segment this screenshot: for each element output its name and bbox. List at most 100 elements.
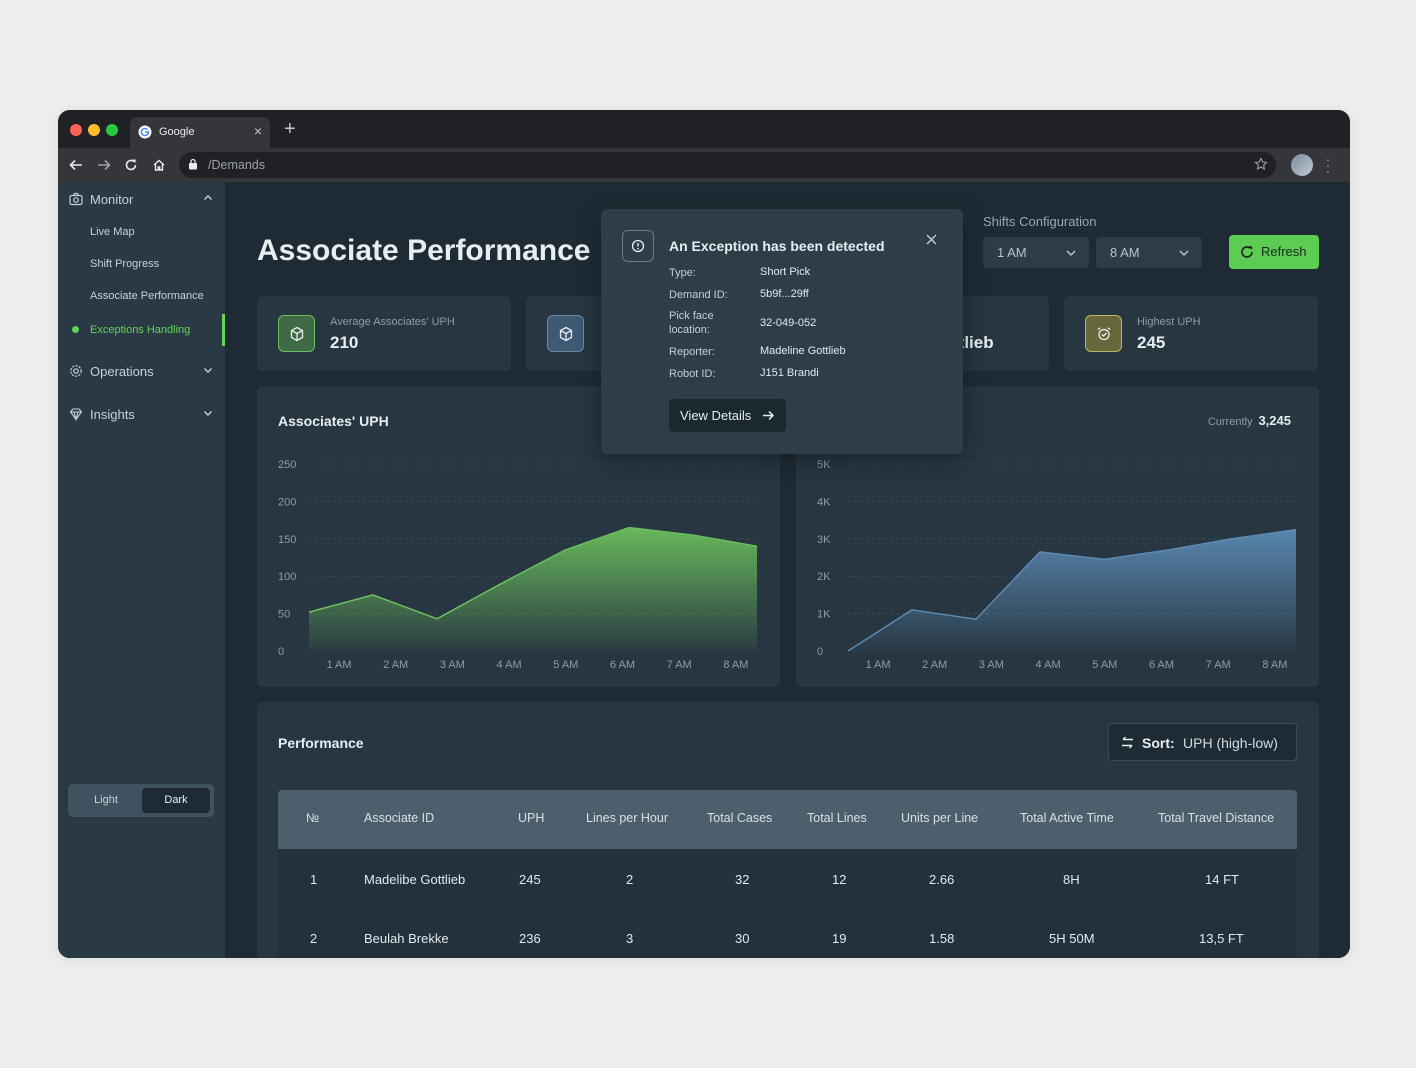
chart-title: Associates' UPH <box>278 413 389 429</box>
sidebar-item-label: Live Map <box>90 226 135 238</box>
field-value-robot-id: J151 Brandi <box>760 367 819 379</box>
series-area <box>309 527 757 651</box>
reload-button[interactable] <box>121 155 141 175</box>
theme-light-option[interactable]: Light <box>72 788 140 813</box>
y-tick-label: 100 <box>278 571 296 583</box>
cell-travel-distance: 13,5 FT <box>1199 931 1244 946</box>
tab-close-icon[interactable]: × <box>254 123 262 139</box>
x-tick-label: 5 AM <box>553 659 578 671</box>
sidebar-group-monitor[interactable]: Monitor <box>58 182 225 216</box>
cell-active-time: 8H <box>1063 872 1080 887</box>
shift-end-select[interactable]: 8 AM <box>1096 237 1202 268</box>
sidebar-item-associate-performance[interactable]: Associate Performance <box>58 284 225 310</box>
stat-value: 210 <box>330 333 359 352</box>
y-tick-label: 50 <box>278 609 290 621</box>
exception-popup: An Exception has been detected Type: Sho… <box>601 209 963 454</box>
theme-dark-option[interactable]: Dark <box>142 788 210 813</box>
sidebar-item-shift-progress[interactable]: Shift Progress <box>58 252 225 278</box>
reload-icon <box>125 159 137 171</box>
sort-key: Sort: <box>1142 735 1175 751</box>
column-header[interactable]: Total Active Time <box>1020 811 1114 825</box>
field-value-demand-id: 5b9f...29ff <box>760 288 809 300</box>
active-dot-icon <box>72 326 79 333</box>
browser-toolbar: /Demands · · · <box>58 148 1350 182</box>
y-tick-label: 2K <box>817 571 831 583</box>
chevron-down-icon <box>1066 250 1076 257</box>
home-icon <box>153 159 165 171</box>
close-window-button[interactable] <box>70 124 82 136</box>
sidebar-group-insights[interactable]: Insights <box>58 397 225 431</box>
column-header[interactable]: Lines per Hour <box>586 811 668 825</box>
shift-start-select[interactable]: 1 AM <box>983 237 1089 268</box>
column-header[interactable]: Total Lines <box>807 811 867 825</box>
sidebar: Monitor Live Map Shift Progress Associat… <box>58 182 225 958</box>
table-row[interactable]: 2 Beulah Brekke 236 3 30 19 1.58 5H 50M … <box>278 908 1297 958</box>
sidebar-item-live-map[interactable]: Live Map <box>58 220 225 246</box>
x-tick-label: 5 AM <box>1092 659 1117 671</box>
chevron-up-icon <box>204 195 212 200</box>
column-header[interactable]: Units per Line <box>901 811 978 825</box>
star-icon[interactable] <box>1254 157 1268 171</box>
column-header[interactable]: № <box>306 811 319 825</box>
minimize-window-button[interactable] <box>88 124 100 136</box>
sidebar-group-label: Monitor <box>90 192 134 207</box>
lock-icon <box>189 158 197 170</box>
x-tick-label: 6 AM <box>610 659 635 671</box>
sort-button[interactable]: Sort: UPH (high-low) <box>1108 723 1297 761</box>
sidebar-item-label: Shift Progress <box>90 258 160 270</box>
maximize-window-button[interactable] <box>106 124 118 136</box>
browser-tab[interactable]: Google × <box>130 117 270 148</box>
alarm-icon <box>1085 315 1122 352</box>
refresh-button[interactable]: Refresh <box>1229 235 1319 269</box>
field-key: Robot ID: <box>669 368 716 380</box>
address-bar[interactable]: /Demands <box>179 152 1276 178</box>
field-key: Pick face location: <box>669 310 714 336</box>
new-tab-button[interactable]: + <box>284 119 296 139</box>
shifts-configuration-label: Shifts Configuration <box>983 214 1097 229</box>
y-tick-label: 200 <box>278 496 296 508</box>
back-button[interactable] <box>66 155 86 175</box>
y-tick-label: 5K <box>817 459 831 471</box>
arrow-left-icon <box>69 159 82 171</box>
y-tick-label: 250 <box>278 459 296 471</box>
shift-end-value: 8 AM <box>1110 245 1140 260</box>
currently-label: Currently <box>1207 416 1253 428</box>
column-header[interactable]: Total Cases <box>707 811 772 825</box>
x-tick-label: 1 AM <box>865 659 890 671</box>
url-text: /Demands <box>208 158 265 172</box>
column-header[interactable]: UPH <box>518 811 544 825</box>
cell-total-cases: 30 <box>735 931 750 946</box>
more-menu-icon[interactable]: · · · <box>1324 152 1332 178</box>
refresh-icon <box>1241 246 1253 258</box>
view-details-button[interactable]: View Details <box>669 399 786 432</box>
cell-active-time: 5H 50M <box>1049 931 1095 946</box>
y-tick-label: 0 <box>278 646 284 658</box>
alert-icon <box>622 230 654 262</box>
google-icon <box>138 125 152 139</box>
home-button[interactable] <box>149 155 169 175</box>
popup-title: An Exception has been detected <box>669 238 885 254</box>
cell-uph: 236 <box>519 931 541 946</box>
table-header: № Associate ID UPH Lines per Hour Total … <box>278 790 1297 849</box>
close-icon[interactable] <box>925 233 938 246</box>
field-key: Reporter: <box>669 346 715 358</box>
stat-value: 245 <box>1137 333 1166 352</box>
tab-title: Google <box>159 126 195 138</box>
sidebar-item-exceptions-handling[interactable]: Exceptions Handling <box>58 314 225 346</box>
x-tick-label: 3 AM <box>979 659 1004 671</box>
active-indicator <box>222 314 225 346</box>
profile-avatar[interactable] <box>1291 154 1313 176</box>
chevron-down-icon <box>1179 250 1189 257</box>
forward-button[interactable] <box>94 155 114 175</box>
column-header[interactable]: Total Travel Distance <box>1158 811 1274 825</box>
x-tick-label: 8 AM <box>1262 659 1287 671</box>
x-tick-label: 7 AM <box>667 659 692 671</box>
sidebar-group-operations[interactable]: Operations <box>58 354 225 388</box>
cube-icon <box>547 315 584 352</box>
x-tick-label: 3 AM <box>440 659 465 671</box>
sidebar-group-label: Insights <box>90 407 135 422</box>
column-header[interactable]: Associate ID <box>364 811 434 825</box>
x-tick-label: 7 AM <box>1206 659 1231 671</box>
table-row[interactable]: 1 Madelibe Gottlieb 245 2 32 12 2.66 8H … <box>278 849 1297 908</box>
arrow-right-icon <box>763 410 775 421</box>
